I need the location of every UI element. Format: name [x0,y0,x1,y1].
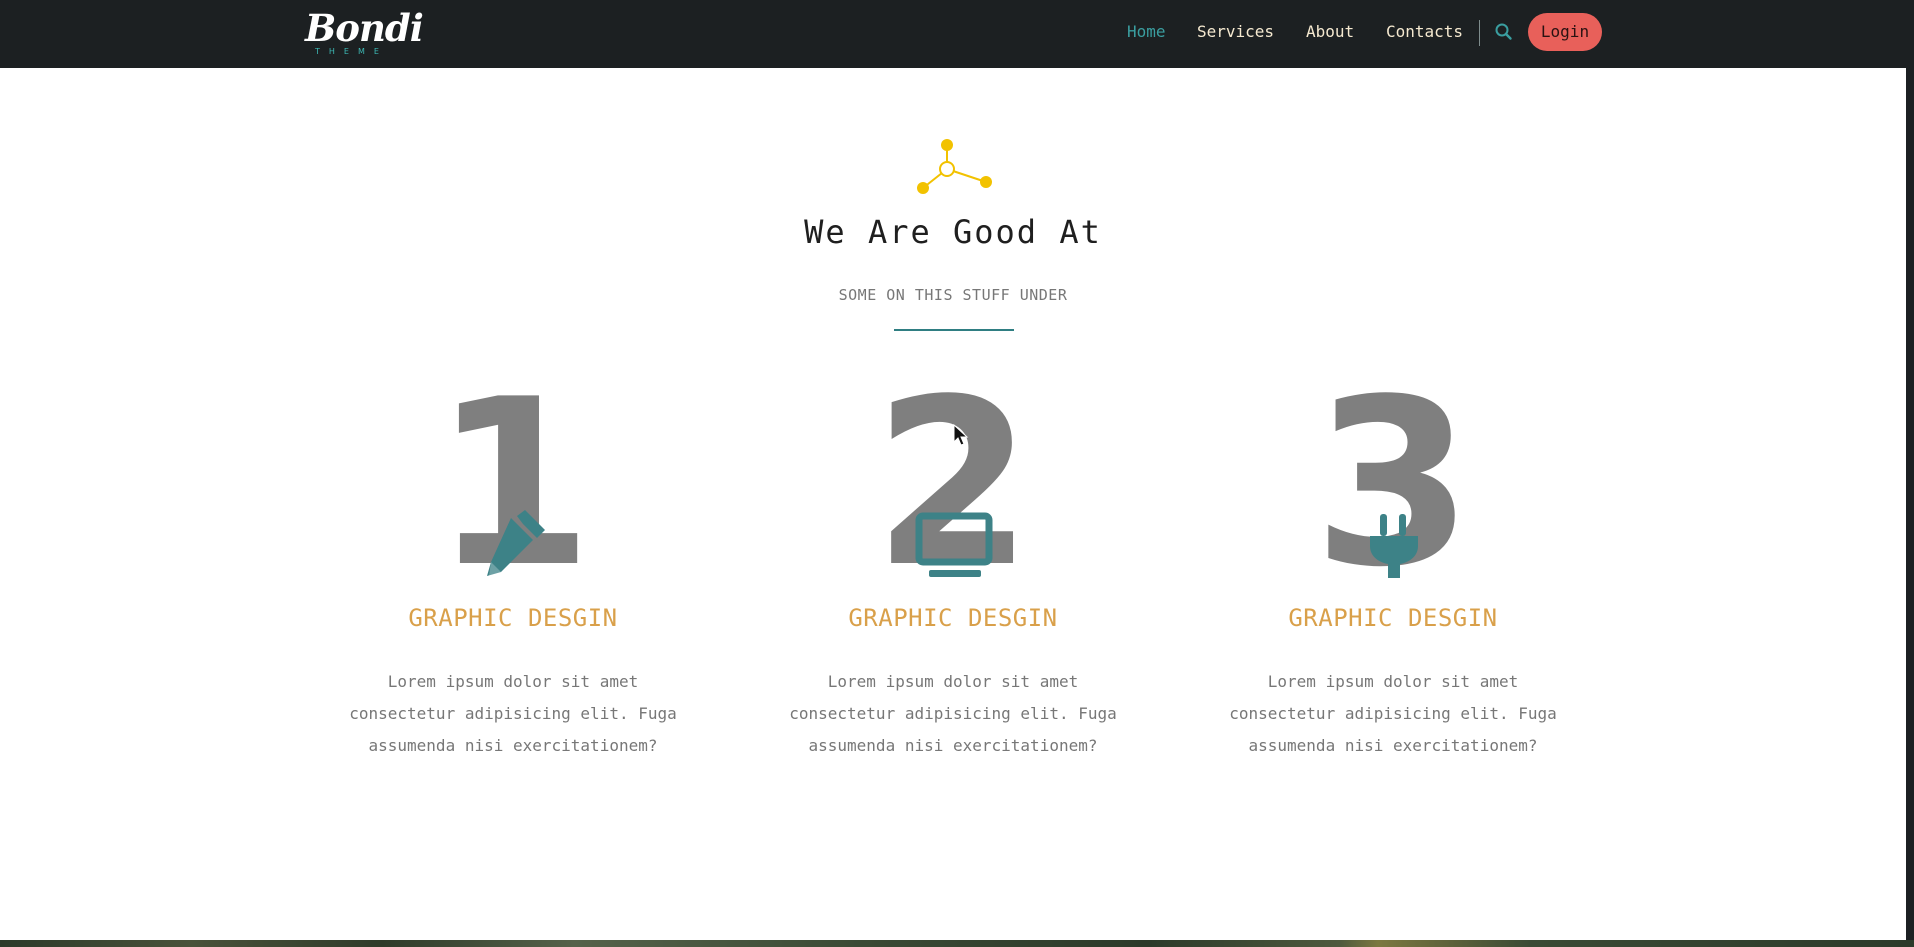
nav-about[interactable]: About [1306,22,1354,42]
molecule-icon [917,139,992,194]
logo[interactable]: Bondi THEME [303,6,424,58]
nav-contacts[interactable]: Contacts [1386,22,1463,42]
feature-title: GRAPHIC DESGIN [848,604,1058,632]
nav-home[interactable]: Home [1127,22,1166,42]
window-edge [1906,0,1914,947]
pencil-icon [487,510,545,576]
site-header: Bondi THEME Home Services About Contacts… [0,0,1906,68]
page: Bondi THEME Home Services About Contacts… [0,0,1906,940]
plug-icon [1370,514,1418,578]
mouse-cursor-icon [953,424,969,446]
feature-description: Lorem ipsum dolor sit amet consectetur a… [789,672,1117,755]
nav-divider [1479,20,1480,46]
feature-title: GRAPHIC DESGIN [1288,604,1498,632]
login-button[interactable]: Login [1528,13,1602,51]
section-title: We Are Good At [804,213,1102,251]
taskbar-strip [0,940,1914,947]
feature-description: Lorem ipsum dolor sit amet consectetur a… [1229,672,1557,755]
section-divider [894,329,1014,331]
search-button[interactable] [1492,20,1516,44]
logo-wordmark: Bondi [305,6,424,50]
feature-card-3: 3 GRAPHIC DESGIN Lorem ipsum dolor sit a… [1173,370,1613,772]
logo-subtitle: THEME [315,47,388,56]
nav-services[interactable]: Services [1197,22,1274,42]
section-subtitle: SOME ON THIS STUFF UNDER [838,286,1068,304]
feature-title: GRAPHIC DESGIN [408,604,618,632]
laptop-icon [915,512,993,577]
search-icon [1495,23,1512,40]
feature-description: Lorem ipsum dolor sit amet consectetur a… [349,672,677,755]
feature-card-2: 2 GRAPHIC DESGIN Lorem ipsum dolor sit a… [733,370,1173,772]
feature-card-1: 1 GRAPHIC DESGIN Lorem ipsum dolor sit a… [293,370,733,772]
